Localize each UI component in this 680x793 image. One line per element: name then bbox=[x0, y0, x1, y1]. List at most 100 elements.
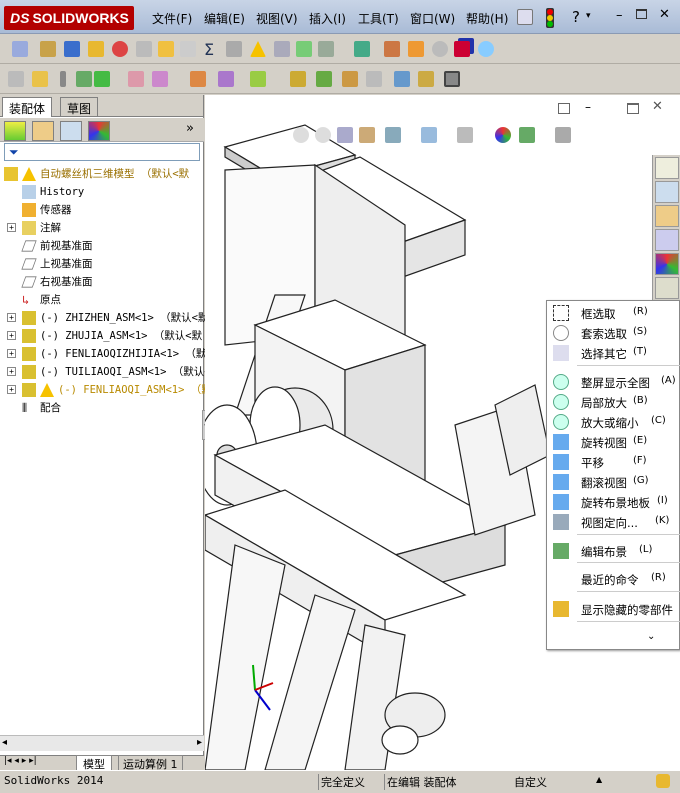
reference-geometry-icon[interactable] bbox=[342, 71, 358, 87]
viewport-split-icon[interactable] bbox=[558, 103, 570, 114]
pin-icon[interactable] bbox=[517, 9, 533, 25]
balance-icon[interactable] bbox=[64, 41, 80, 57]
instant3d-icon[interactable] bbox=[444, 71, 460, 87]
tree-item[interactable]: + (-) FENLIAOQIZHIJIA<1> （默认 bbox=[0, 345, 217, 363]
home-icon[interactable] bbox=[655, 157, 679, 179]
menu-edit[interactable]: 编辑(E) bbox=[204, 10, 245, 27]
viewport-restore-icon[interactable] bbox=[627, 103, 639, 114]
tree-item[interactable]: + (-) TUILIAOQI_ASM<1> （默认< bbox=[0, 363, 211, 381]
context-menu-item[interactable]: 平移 (F) bbox=[547, 452, 680, 472]
zoom-to-fit-icon[interactable] bbox=[293, 127, 309, 143]
menu-insert[interactable]: 插入(I) bbox=[309, 10, 346, 27]
tree-item[interactable]: ↳ 原点 bbox=[0, 291, 204, 309]
paperclip-icon[interactable] bbox=[60, 71, 66, 87]
menu-tools[interactable]: 工具(T) bbox=[358, 10, 399, 27]
spell-check-icon[interactable] bbox=[12, 41, 28, 57]
hand-icon[interactable] bbox=[136, 41, 152, 57]
viewport-minimize-icon[interactable]: – bbox=[585, 100, 591, 114]
feature-tree-icon[interactable] bbox=[4, 121, 26, 141]
menu-help[interactable]: 帮助(H) bbox=[466, 10, 508, 27]
context-menu-item[interactable]: 显示隐藏的零部件 bbox=[547, 599, 680, 619]
hole-wizard-icon[interactable] bbox=[318, 41, 334, 57]
menu-file[interactable]: 文件(F) bbox=[152, 10, 192, 27]
help-icon[interactable]: ? bbox=[572, 8, 580, 26]
interference-icon[interactable] bbox=[290, 71, 306, 87]
tree-item[interactable]: 上视基准面 bbox=[0, 255, 204, 273]
bom-icon[interactable] bbox=[394, 71, 410, 87]
custom-properties-icon[interactable] bbox=[655, 277, 679, 299]
warning-icon[interactable] bbox=[250, 41, 266, 57]
tree-item[interactable]: + (-) ZHIZHEN_ASM<1> （默认<默 bbox=[0, 309, 208, 327]
file-explorer-icon[interactable] bbox=[655, 205, 679, 227]
expand-icon[interactable]: + bbox=[7, 223, 16, 232]
grip-icon[interactable] bbox=[40, 41, 56, 57]
minimize-icon[interactable]: – bbox=[616, 8, 623, 23]
previous-view-icon[interactable] bbox=[337, 127, 353, 143]
apply-scene-icon[interactable] bbox=[519, 127, 535, 143]
context-menu-item[interactable]: 选择其它 (T) bbox=[547, 343, 680, 363]
quick-tips-icon[interactable] bbox=[656, 774, 670, 788]
context-menu-item[interactable]: 套索选取 (S) bbox=[547, 323, 680, 343]
expand-icon[interactable]: + bbox=[7, 367, 16, 376]
edit-appearance-icon[interactable] bbox=[495, 127, 511, 143]
close-icon[interactable]: ✕ bbox=[659, 7, 670, 22]
restore-icon[interactable] bbox=[636, 9, 647, 19]
view-palette-icon[interactable] bbox=[655, 229, 679, 251]
tree-item[interactable]: History bbox=[0, 183, 204, 201]
move-component-icon[interactable] bbox=[128, 71, 144, 87]
rotate-component-icon[interactable] bbox=[152, 71, 168, 87]
expand-icon[interactable]: + bbox=[7, 313, 16, 322]
design-library-icon[interactable] bbox=[655, 181, 679, 203]
mate-icon[interactable] bbox=[94, 71, 110, 87]
gear-icon[interactable] bbox=[384, 41, 400, 57]
scroll-left-icon[interactable]: ◂ bbox=[2, 737, 7, 748]
show-hidden-icon[interactable] bbox=[250, 71, 266, 87]
tab-sketch[interactable]: 草图 bbox=[60, 97, 99, 117]
new-motion-study-icon[interactable] bbox=[366, 71, 382, 87]
tree-item[interactable]: ⫴ 配合 bbox=[0, 399, 204, 417]
exploded-view-icon[interactable] bbox=[418, 71, 434, 87]
context-menu-item[interactable]: 整屏显示全图 (A) bbox=[547, 372, 680, 392]
context-menu-item[interactable]: 翻滚视图 (G) bbox=[547, 472, 680, 492]
traffic-light-icon[interactable] bbox=[546, 8, 554, 28]
context-menu-item[interactable]: 框选取 (R) bbox=[547, 303, 680, 323]
context-menu-item[interactable]: 放大或缩小 (C) bbox=[547, 412, 680, 432]
context-menu-item[interactable]: 编辑布景 (L) bbox=[547, 541, 680, 561]
filter-field[interactable]: ⏷ bbox=[4, 143, 200, 161]
nav-first-icon[interactable]: |◂ ◂ ▸ ▸| bbox=[4, 756, 37, 766]
explode-icon[interactable] bbox=[190, 71, 206, 87]
zoom-to-area-icon[interactable] bbox=[315, 127, 331, 143]
menu-window[interactable]: 窗口(W) bbox=[410, 10, 455, 27]
check-box-icon[interactable] bbox=[158, 41, 174, 57]
checkmark-icon[interactable] bbox=[432, 41, 448, 57]
display-manager-icon[interactable] bbox=[88, 121, 110, 141]
copy-icon[interactable] bbox=[296, 41, 312, 57]
display-style-icon[interactable] bbox=[421, 127, 437, 143]
solidworks-logo[interactable]: DS SOLIDWORKS bbox=[4, 6, 134, 30]
align-icon[interactable] bbox=[274, 41, 290, 57]
pattern-icon[interactable] bbox=[218, 71, 234, 87]
smart-fastener-icon[interactable] bbox=[76, 71, 92, 87]
tree-item[interactable]: 右视基准面 bbox=[0, 273, 204, 291]
expand-icon[interactable]: + bbox=[7, 331, 16, 340]
units-dropdown-icon[interactable]: ▲ bbox=[596, 775, 602, 784]
tree-item[interactable]: 自动螺丝机三维模型 （默认<默 bbox=[0, 165, 204, 183]
tab-assembly[interactable]: 装配体 bbox=[2, 97, 53, 117]
context-menu-item[interactable]: 最近的命令 (R) bbox=[547, 569, 680, 589]
tree-item[interactable]: + (-) ZHUJIA_ASM<1> （默认<默 bbox=[0, 327, 204, 345]
sigma-icon[interactable]: Σ bbox=[204, 40, 214, 59]
viewport-close-icon[interactable]: ✕ bbox=[652, 99, 663, 114]
table-icon[interactable] bbox=[354, 41, 370, 57]
configuration-manager-icon[interactable] bbox=[60, 121, 82, 141]
scroll-right-icon[interactable]: ▸ bbox=[197, 737, 202, 748]
context-menu-item[interactable]: 旋转布景地板 (I) bbox=[547, 492, 680, 512]
context-menu-item[interactable]: 视图定向... (K) bbox=[547, 512, 680, 532]
help-dropdown-icon[interactable]: ▾ bbox=[586, 11, 591, 21]
measure-icon[interactable] bbox=[226, 41, 242, 57]
folder-check-icon[interactable] bbox=[88, 41, 104, 57]
property-manager-icon[interactable] bbox=[32, 121, 54, 141]
view-settings-icon[interactable] bbox=[555, 127, 571, 143]
tree-item[interactable]: + 注解 bbox=[0, 219, 204, 237]
context-menu-item[interactable]: 旋转视图 (E) bbox=[547, 432, 680, 452]
color-swatch-icon[interactable] bbox=[454, 41, 470, 57]
